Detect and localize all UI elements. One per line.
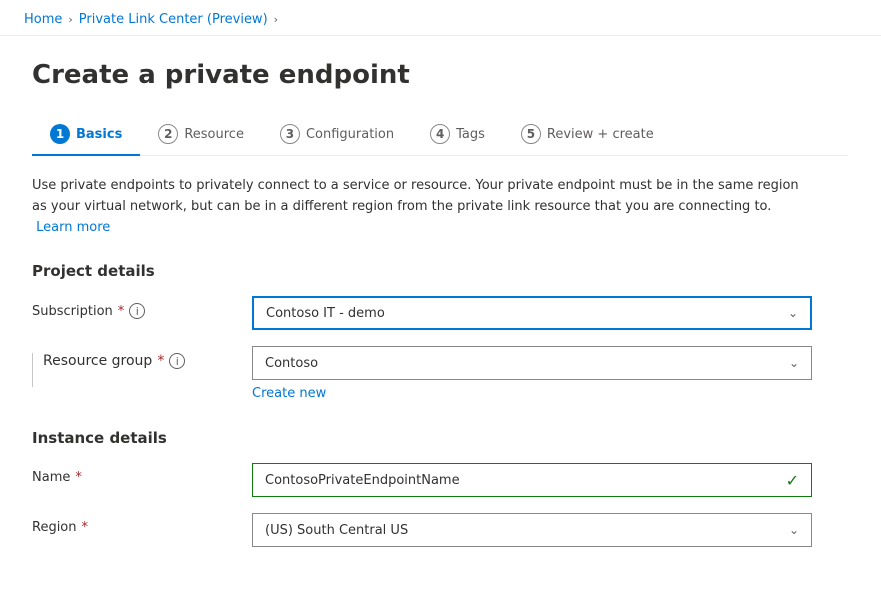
subscription-field-col: Contoso IT - demo ⌄ bbox=[252, 296, 812, 330]
create-new-link[interactable]: Create new bbox=[252, 386, 326, 401]
resource-group-value: Contoso bbox=[265, 356, 318, 371]
subscription-label: Subscription bbox=[32, 304, 113, 319]
resource-group-required: * bbox=[157, 353, 164, 369]
resource-group-label: Resource group bbox=[43, 353, 152, 369]
resource-group-field-col: Contoso ⌄ Create new bbox=[252, 346, 812, 401]
subscription-chevron-icon: ⌄ bbox=[788, 306, 798, 320]
breadcrumb-home[interactable]: Home bbox=[24, 12, 62, 27]
resource-group-chevron-icon: ⌄ bbox=[789, 356, 799, 370]
breadcrumb-separator-1: › bbox=[68, 13, 72, 26]
tab-basics[interactable]: 1 Basics bbox=[32, 114, 140, 156]
resource-group-dropdown[interactable]: Contoso ⌄ bbox=[252, 346, 812, 380]
name-valid-icon: ✓ bbox=[786, 471, 799, 490]
tab-bar: 1 Basics 2 Resource 3 Configuration 4 Ta… bbox=[32, 114, 848, 156]
region-label-col: Region * bbox=[32, 513, 252, 535]
breadcrumb-private-link-center[interactable]: Private Link Center (Preview) bbox=[79, 12, 268, 27]
tab-resource-number: 2 bbox=[158, 124, 178, 144]
region-field-col: (US) South Central US ⌄ bbox=[252, 513, 812, 547]
region-label: Region bbox=[32, 520, 77, 535]
region-row: Region * (US) South Central US ⌄ bbox=[32, 513, 848, 547]
tab-configuration[interactable]: 3 Configuration bbox=[262, 114, 412, 156]
region-required: * bbox=[82, 520, 89, 535]
description-text: Use private endpoints to privately conne… bbox=[32, 176, 812, 238]
name-label-col: Name * bbox=[32, 463, 252, 485]
resource-group-info-icon[interactable]: i bbox=[169, 353, 185, 369]
region-chevron-icon: ⌄ bbox=[789, 523, 799, 537]
region-dropdown[interactable]: (US) South Central US ⌄ bbox=[252, 513, 812, 547]
subscription-value: Contoso IT - demo bbox=[266, 306, 385, 321]
tab-configuration-number: 3 bbox=[280, 124, 300, 144]
tab-configuration-label: Configuration bbox=[306, 127, 394, 142]
subscription-row: Subscription * i Contoso IT - demo ⌄ bbox=[32, 296, 848, 330]
tab-tags[interactable]: 4 Tags bbox=[412, 114, 503, 156]
tab-basics-label: Basics bbox=[76, 127, 122, 142]
page-title: Create a private endpoint bbox=[32, 60, 848, 90]
resource-group-area: Resource group * i Contoso ⌄ Create new bbox=[32, 346, 848, 401]
tab-review-number: 5 bbox=[521, 124, 541, 144]
tab-review-label: Review + create bbox=[547, 127, 654, 142]
instance-details-section: Instance details Name * ContosoPrivateEn… bbox=[32, 429, 848, 547]
name-label: Name bbox=[32, 470, 70, 485]
subscription-info-icon[interactable]: i bbox=[129, 303, 145, 319]
breadcrumb: Home › Private Link Center (Preview) › bbox=[0, 0, 881, 36]
tab-resource[interactable]: 2 Resource bbox=[140, 114, 262, 156]
subscription-required: * bbox=[118, 304, 125, 319]
learn-more-link[interactable]: Learn more bbox=[36, 220, 110, 235]
name-input[interactable]: ContosoPrivateEndpointName ✓ bbox=[252, 463, 812, 497]
name-required: * bbox=[75, 470, 82, 485]
subscription-label-col: Subscription * i bbox=[32, 296, 252, 319]
project-details-section: Project details Subscription * i Contoso… bbox=[32, 262, 848, 401]
name-field-col: ContosoPrivateEndpointName ✓ bbox=[252, 463, 812, 497]
tab-tags-label: Tags bbox=[456, 127, 485, 142]
subscription-dropdown[interactable]: Contoso IT - demo ⌄ bbox=[252, 296, 812, 330]
name-row: Name * ContosoPrivateEndpointName ✓ bbox=[32, 463, 848, 497]
tab-review-create[interactable]: 5 Review + create bbox=[503, 114, 672, 156]
tab-basics-number: 1 bbox=[50, 124, 70, 144]
tab-resource-label: Resource bbox=[184, 127, 244, 142]
project-details-title: Project details bbox=[32, 262, 848, 280]
breadcrumb-separator-2: › bbox=[274, 13, 278, 26]
instance-details-title: Instance details bbox=[32, 429, 848, 447]
region-value: (US) South Central US bbox=[265, 523, 408, 538]
name-value: ContosoPrivateEndpointName bbox=[265, 473, 460, 488]
tab-tags-number: 4 bbox=[430, 124, 450, 144]
